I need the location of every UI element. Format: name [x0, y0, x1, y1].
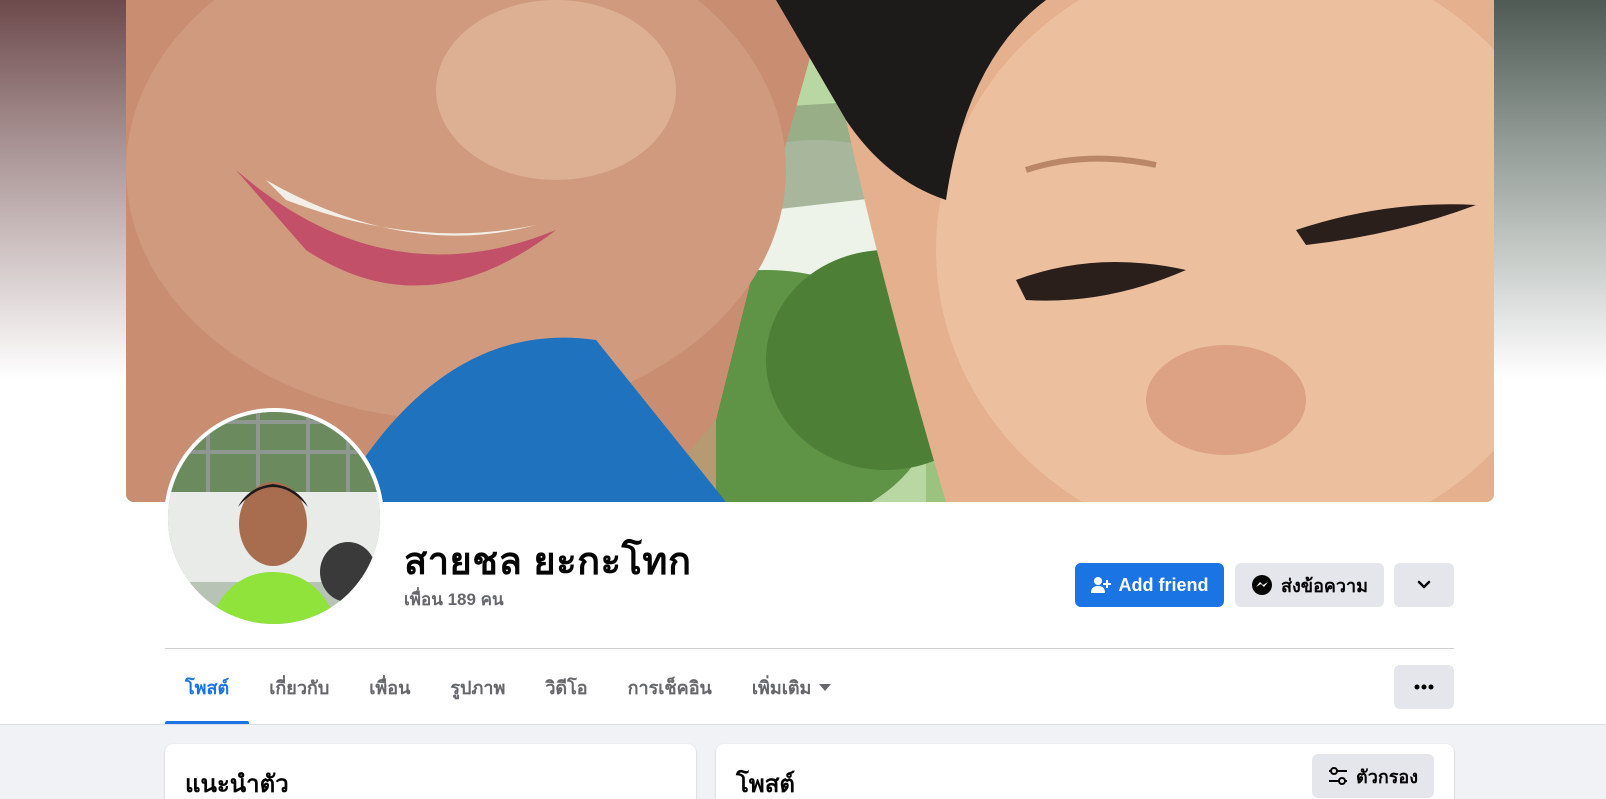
add-friend-icon: [1090, 575, 1111, 595]
tab-photos[interactable]: รูปภาพ: [430, 650, 525, 725]
profile-picture[interactable]: [164, 408, 384, 628]
add-friend-label: Add friend: [1118, 574, 1209, 595]
chevron-down-icon: [1416, 577, 1432, 593]
filter-button[interactable]: ตัวกรอง: [1312, 754, 1434, 798]
tab-checkins[interactable]: การเช็คอิน: [608, 650, 732, 725]
tab-label: เพื่อน: [369, 678, 411, 698]
more-dots-icon: [1414, 684, 1434, 690]
profile-tabs: โพสต์ เกี่ยวกับ เพื่อน รูปภาพ วิดีโอ การ…: [165, 650, 851, 725]
message-button[interactable]: ส่งข้อความ: [1235, 563, 1384, 607]
tab-label: เพิ่มเติม: [751, 678, 812, 698]
tab-label: เกี่ยวกับ: [269, 678, 330, 698]
messenger-icon: [1251, 574, 1273, 596]
profile-name: สายชล ยะกะโทก: [404, 541, 692, 583]
tab-about[interactable]: เกี่ยวกับ: [249, 650, 349, 725]
tab-label: รูปภาพ: [450, 678, 506, 698]
tab-posts[interactable]: โพสต์: [165, 650, 250, 725]
header-bottom-border: [0, 724, 1606, 725]
filter-sliders-icon: [1328, 767, 1348, 785]
tab-more[interactable]: เพิ่มเติม: [732, 650, 852, 725]
profile-header: สายชล ยะกะโทก เพื่อน 189 คน Add friend ส…: [0, 0, 1606, 725]
intro-title: แนะนำตัว: [185, 771, 289, 798]
posts-card: โพสต์ ตัวกรอง: [716, 744, 1454, 799]
add-friend-button[interactable]: Add friend: [1075, 563, 1224, 607]
avatar-image: [168, 412, 380, 624]
posts-title: โพสต์: [736, 771, 795, 798]
intro-card: แนะนำตัว: [165, 744, 696, 799]
more-actions-dropdown-button[interactable]: [1394, 563, 1454, 607]
friends-count-link[interactable]: เพื่อน 189 คน: [404, 586, 504, 613]
header-divider: [165, 648, 1454, 649]
tab-label: การเช็คอิน: [627, 678, 712, 698]
tab-friends[interactable]: เพื่อน: [349, 650, 430, 725]
profile-options-button[interactable]: [1394, 665, 1454, 709]
caret-down-icon: [819, 683, 832, 692]
tab-label: โพสต์: [185, 678, 230, 698]
tab-videos[interactable]: วิดีโอ: [525, 650, 607, 725]
header-background-right: [1476, 0, 1606, 380]
tab-label: วิดีโอ: [545, 678, 588, 698]
avatar: [168, 412, 380, 624]
filter-label: ตัวกรอง: [1356, 766, 1418, 787]
message-label: ส่งข้อความ: [1280, 575, 1368, 596]
